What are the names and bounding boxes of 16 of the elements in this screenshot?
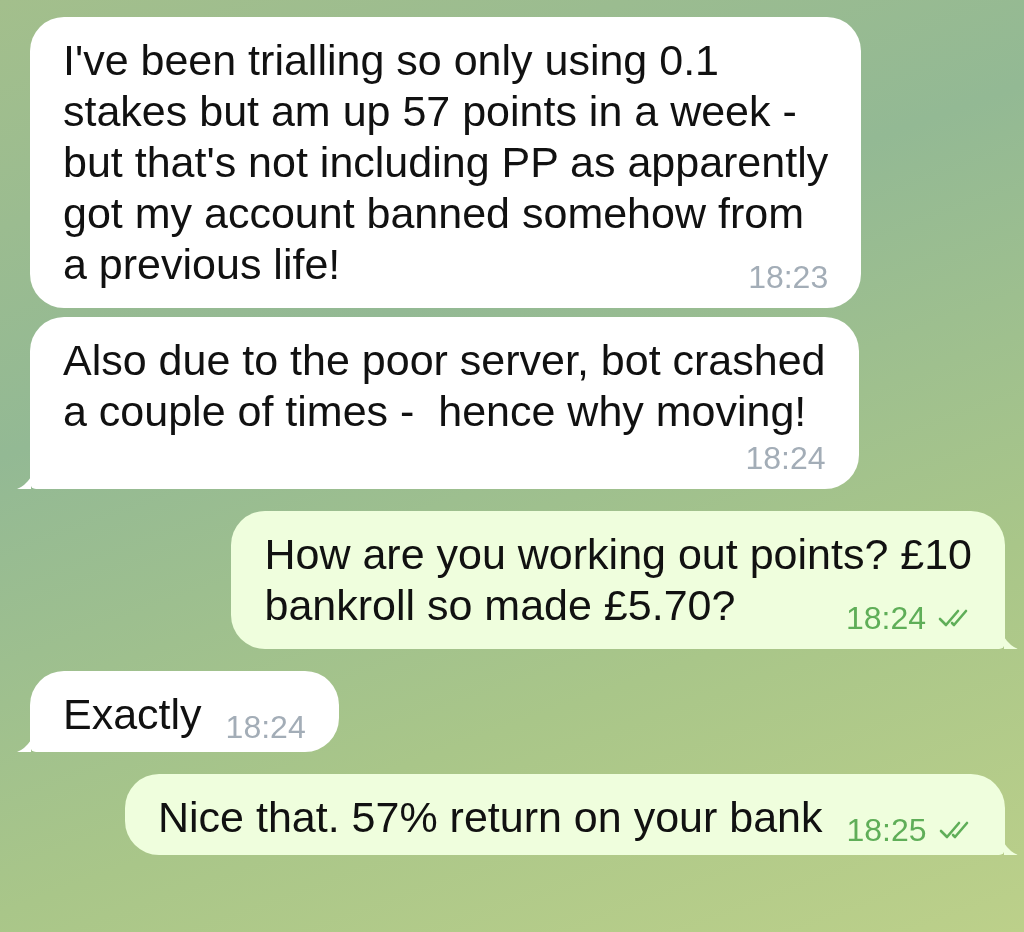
- message-time: 18:25: [846, 811, 927, 849]
- message-text: Nice that. 57% return on your bank: [158, 792, 823, 843]
- message-time: 18:24: [845, 599, 926, 637]
- message-text: stakes but am up 57 points in a week -: [63, 86, 797, 137]
- message-text: I've been trialling so only using 0.1: [63, 35, 719, 86]
- message-time: 18:23: [748, 258, 829, 296]
- message-text: bankroll so made £5.70?: [264, 580, 736, 631]
- message-text: Exactly: [63, 689, 202, 740]
- message-time: 18:24: [225, 708, 306, 746]
- message-text: How are you working out points? £10: [264, 529, 972, 580]
- message-text: got my account banned somehow from: [63, 188, 804, 239]
- message-text: a couple of times - hence why moving!: [63, 386, 807, 437]
- message-text: Also due to the poor server, bot crashed: [63, 335, 826, 386]
- message-text: a previous life!: [63, 239, 341, 290]
- message-time: 18:24: [745, 439, 826, 477]
- message-text: but that's not including PP as apparently: [63, 137, 829, 188]
